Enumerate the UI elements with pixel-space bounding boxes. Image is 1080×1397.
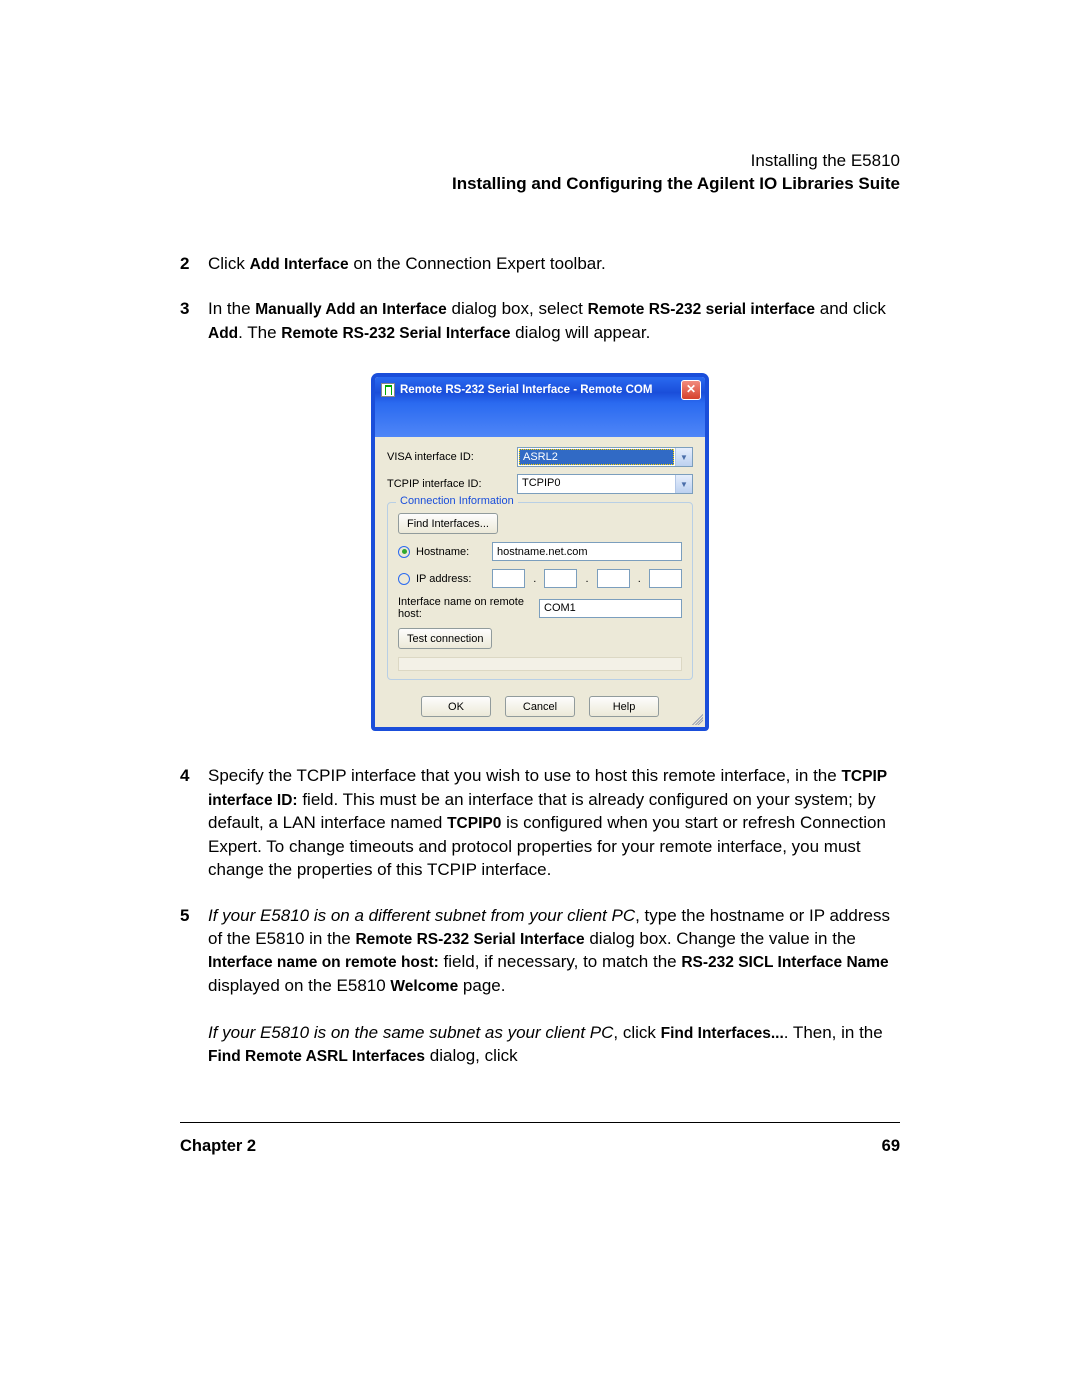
step-num-3: 3 xyxy=(180,297,208,344)
close-icon[interactable]: ✕ xyxy=(681,380,701,400)
header-line1: Installing the E5810 xyxy=(751,151,900,170)
chapter-label: Chapter 2 xyxy=(180,1137,256,1156)
cancel-button[interactable]: Cancel xyxy=(505,696,575,717)
step-2: 2 Click Add Interface on the Connection … xyxy=(180,252,900,275)
ip-octet-1[interactable] xyxy=(492,569,525,588)
ip-octet-4[interactable] xyxy=(649,569,682,588)
iface-remote-field[interactable] xyxy=(539,599,682,618)
footer-divider xyxy=(180,1122,900,1123)
step-5: 5 If your E5810 is on a different subnet… xyxy=(180,904,900,1068)
radio-dot-icon xyxy=(402,549,407,554)
hostname-field[interactable] xyxy=(492,542,682,561)
ip-octet-3[interactable] xyxy=(597,569,630,588)
step-3: 3 In the Manually Add an Interface dialo… xyxy=(180,297,900,344)
page-footer: Chapter 2 69 xyxy=(180,1137,900,1156)
hostname-radio-label: Hostname: xyxy=(416,546,486,558)
resize-grip-icon[interactable] xyxy=(689,711,703,725)
visa-id-label: VISA interface ID: xyxy=(387,451,517,463)
header-line2: Installing and Configuring the Agilent I… xyxy=(452,174,900,193)
iface-remote-label: Interface name on remote host: xyxy=(398,596,531,620)
connection-info-group: Connection Information Find Interfaces..… xyxy=(387,502,693,680)
step-num-2: 2 xyxy=(180,252,208,275)
chevron-down-icon[interactable]: ▼ xyxy=(675,475,692,493)
chevron-down-icon[interactable]: ▼ xyxy=(675,448,692,466)
help-button[interactable]: Help xyxy=(589,696,659,717)
ip-radio[interactable] xyxy=(398,573,410,585)
tcpip-id-label: TCPIP interface ID: xyxy=(387,478,517,490)
page-number: 69 xyxy=(882,1137,900,1156)
find-interfaces-button[interactable]: Find Interfaces... xyxy=(398,513,498,534)
test-connection-button[interactable]: Test connection xyxy=(398,628,492,649)
ip-radio-label: IP address: xyxy=(416,573,486,585)
page-header: Installing the E5810 Installing and Conf… xyxy=(180,150,900,196)
ip-octet-2[interactable] xyxy=(544,569,577,588)
tcpip-id-value: TCPIP0 xyxy=(518,475,675,493)
step-num-4: 4 xyxy=(180,764,208,881)
app-icon xyxy=(381,383,395,397)
remote-rs232-dialog: Remote RS-232 Serial Interface - Remote … xyxy=(372,374,708,730)
visa-id-combo[interactable]: ASRL2 ▼ xyxy=(517,447,693,467)
visa-id-value: ASRL2 xyxy=(519,449,674,465)
window-title: Remote RS-232 Serial Interface - Remote … xyxy=(400,384,681,396)
step-num-5: 5 xyxy=(180,904,208,1068)
status-strip xyxy=(398,657,682,671)
group-title: Connection Information xyxy=(396,495,518,507)
title-bar[interactable]: Remote RS-232 Serial Interface - Remote … xyxy=(375,377,705,403)
step-4: 4 Specify the TCPIP interface that you w… xyxy=(180,764,900,881)
banner-band xyxy=(375,403,705,437)
ok-button[interactable]: OK xyxy=(421,696,491,717)
tcpip-id-combo[interactable]: TCPIP0 ▼ xyxy=(517,474,693,494)
hostname-radio[interactable] xyxy=(398,546,410,558)
